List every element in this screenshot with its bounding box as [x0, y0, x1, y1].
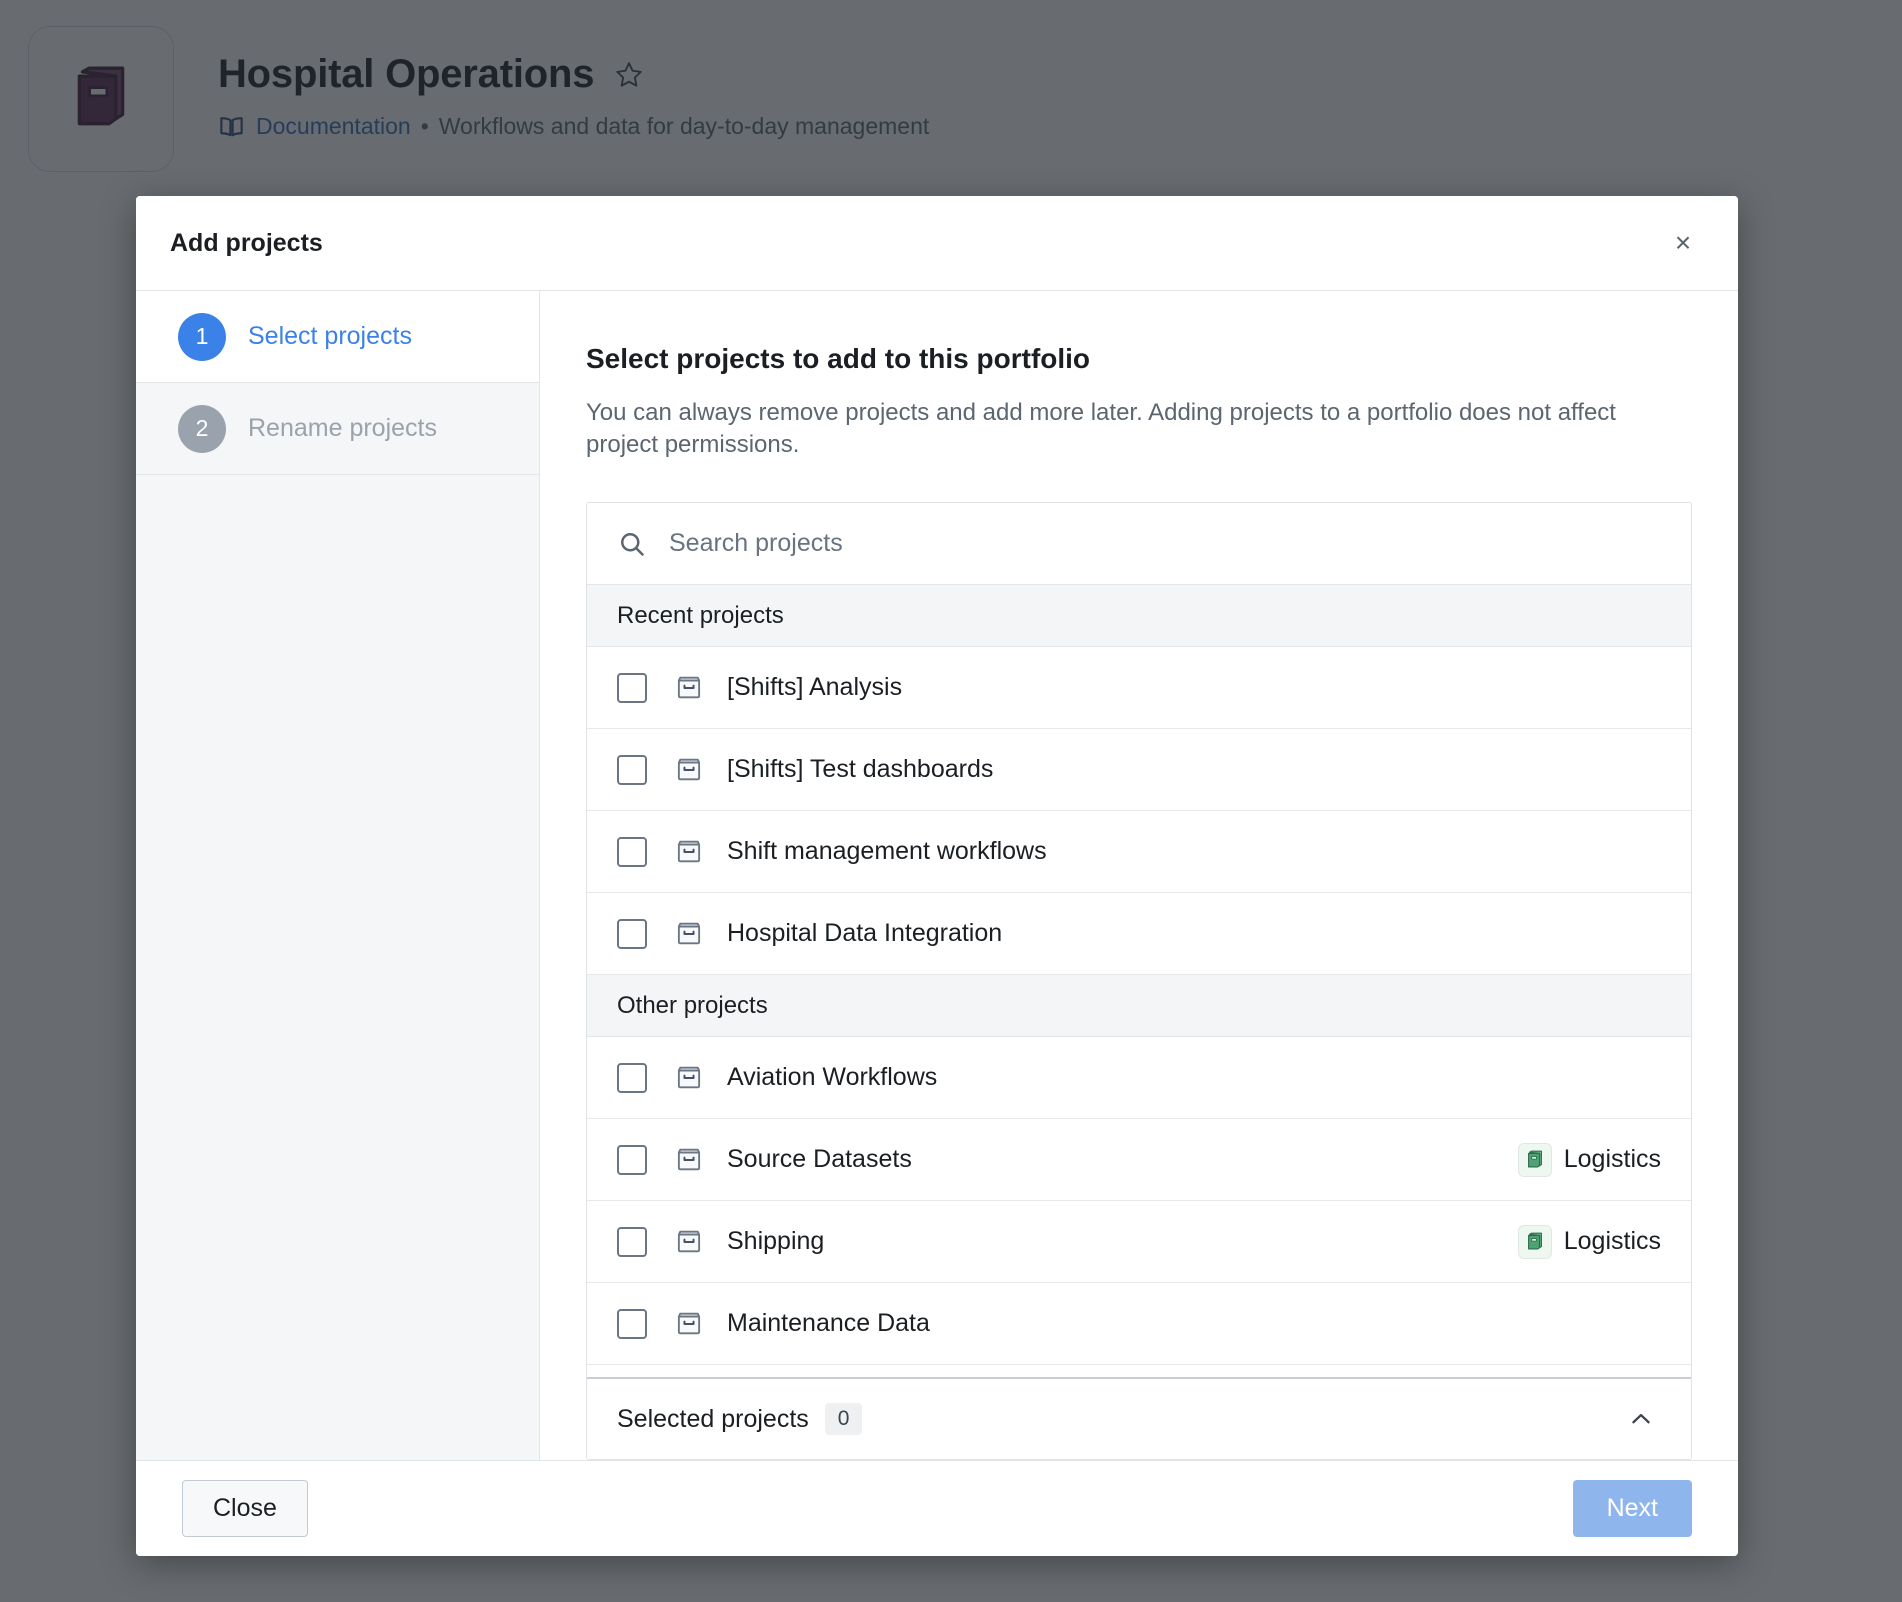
selected-projects-label: Selected projects [617, 1404, 809, 1433]
step-2-badge: 2 [178, 404, 226, 453]
project-list[interactable]: Recent projects [Shifts] Analysis [Shift… [587, 585, 1691, 1377]
group-header-recent: Recent projects [587, 585, 1691, 648]
list-item[interactable]: Aviation Workflows [587, 1037, 1691, 1120]
search-row [587, 503, 1691, 586]
steps-filler [136, 475, 539, 1460]
project-box-icon [673, 1226, 705, 1258]
project-box-icon [673, 672, 705, 704]
chevron-up-icon[interactable] [1621, 1399, 1661, 1439]
magnifier-icon [617, 529, 647, 559]
list-item[interactable]: Shipping Logistics [587, 1201, 1691, 1284]
green-book-icon [1517, 1224, 1552, 1259]
step-rename-projects[interactable]: 2 Rename projects [136, 383, 539, 475]
panel-description: You can always remove projects and add m… [586, 399, 1616, 458]
project-checkbox[interactable] [617, 672, 647, 703]
close-button[interactable]: Close [182, 1480, 308, 1537]
project-name: Shift management workflows [727, 837, 1047, 866]
step-select-projects[interactable]: 1 Select projects [136, 291, 539, 383]
project-checkbox[interactable] [617, 1144, 647, 1175]
project-checkbox[interactable] [617, 1062, 647, 1093]
modal-title: Add projects [170, 228, 323, 257]
list-item[interactable]: Shift management workflows [587, 811, 1691, 894]
list-item[interactable]: [Shifts] Test dashboards [587, 729, 1691, 812]
selected-projects-bar[interactable]: Selected projects 0 [587, 1377, 1691, 1459]
select-projects-panel: Select projects to add to this portfolio… [540, 291, 1738, 1460]
step-1-label: Select projects [248, 322, 412, 350]
next-button[interactable]: Next [1572, 1480, 1692, 1537]
group-header-other: Other projects [587, 975, 1691, 1038]
selected-projects-count: 0 [824, 1403, 863, 1435]
modal-body: 1 Select projects 2 Rename projects Sele… [136, 290, 1738, 1460]
project-box-icon [673, 918, 705, 950]
project-name: [Shifts] Analysis [727, 673, 903, 702]
project-checkbox[interactable] [617, 918, 647, 949]
project-name: Shipping [727, 1227, 825, 1256]
project-name: Hospital Data Integration [727, 919, 1003, 948]
project-checkbox[interactable] [617, 836, 647, 867]
modal-footer: Close Next [136, 1460, 1738, 1556]
project-box-icon [673, 836, 705, 868]
close-icon[interactable]: × [1662, 222, 1704, 264]
project-picker: Recent projects [Shifts] Analysis [586, 502, 1692, 1460]
project-name: Maintenance Data [727, 1309, 930, 1338]
project-box-icon [673, 1144, 705, 1176]
list-item[interactable]: Source Datasets Logistics [587, 1119, 1691, 1202]
steps-sidebar: 1 Select projects 2 Rename projects [136, 291, 540, 1460]
list-item[interactable]: Hospital Data Integration [587, 893, 1691, 976]
badge-label: Logistics [1563, 1145, 1661, 1174]
project-source-badge: Logistics [1517, 1224, 1661, 1259]
project-box-icon [673, 754, 705, 786]
step-2-label: Rename projects [248, 414, 437, 442]
project-name: Source Datasets [727, 1145, 912, 1174]
project-checkbox[interactable] [617, 1226, 647, 1257]
modal-titlebar: Add projects × [136, 196, 1738, 290]
add-projects-modal: Add projects × 1 Select projects 2 Renam… [136, 196, 1738, 1556]
list-item[interactable]: Maintenance Data [587, 1283, 1691, 1366]
project-checkbox[interactable] [617, 754, 647, 785]
project-box-icon [673, 1308, 705, 1340]
list-item[interactable]: [Shifts] Analysis [587, 647, 1691, 730]
project-source-badge: Logistics [1517, 1142, 1661, 1177]
project-box-icon [673, 1062, 705, 1094]
project-checkbox[interactable] [617, 1308, 647, 1339]
project-name: Aviation Workflows [727, 1063, 938, 1092]
green-book-icon [1517, 1142, 1552, 1177]
panel-heading: Select projects to add to this portfolio [586, 343, 1091, 374]
search-input[interactable] [669, 529, 1661, 559]
badge-label: Logistics [1563, 1227, 1661, 1256]
project-name: [Shifts] Test dashboards [727, 755, 994, 784]
step-1-badge: 1 [178, 312, 226, 361]
